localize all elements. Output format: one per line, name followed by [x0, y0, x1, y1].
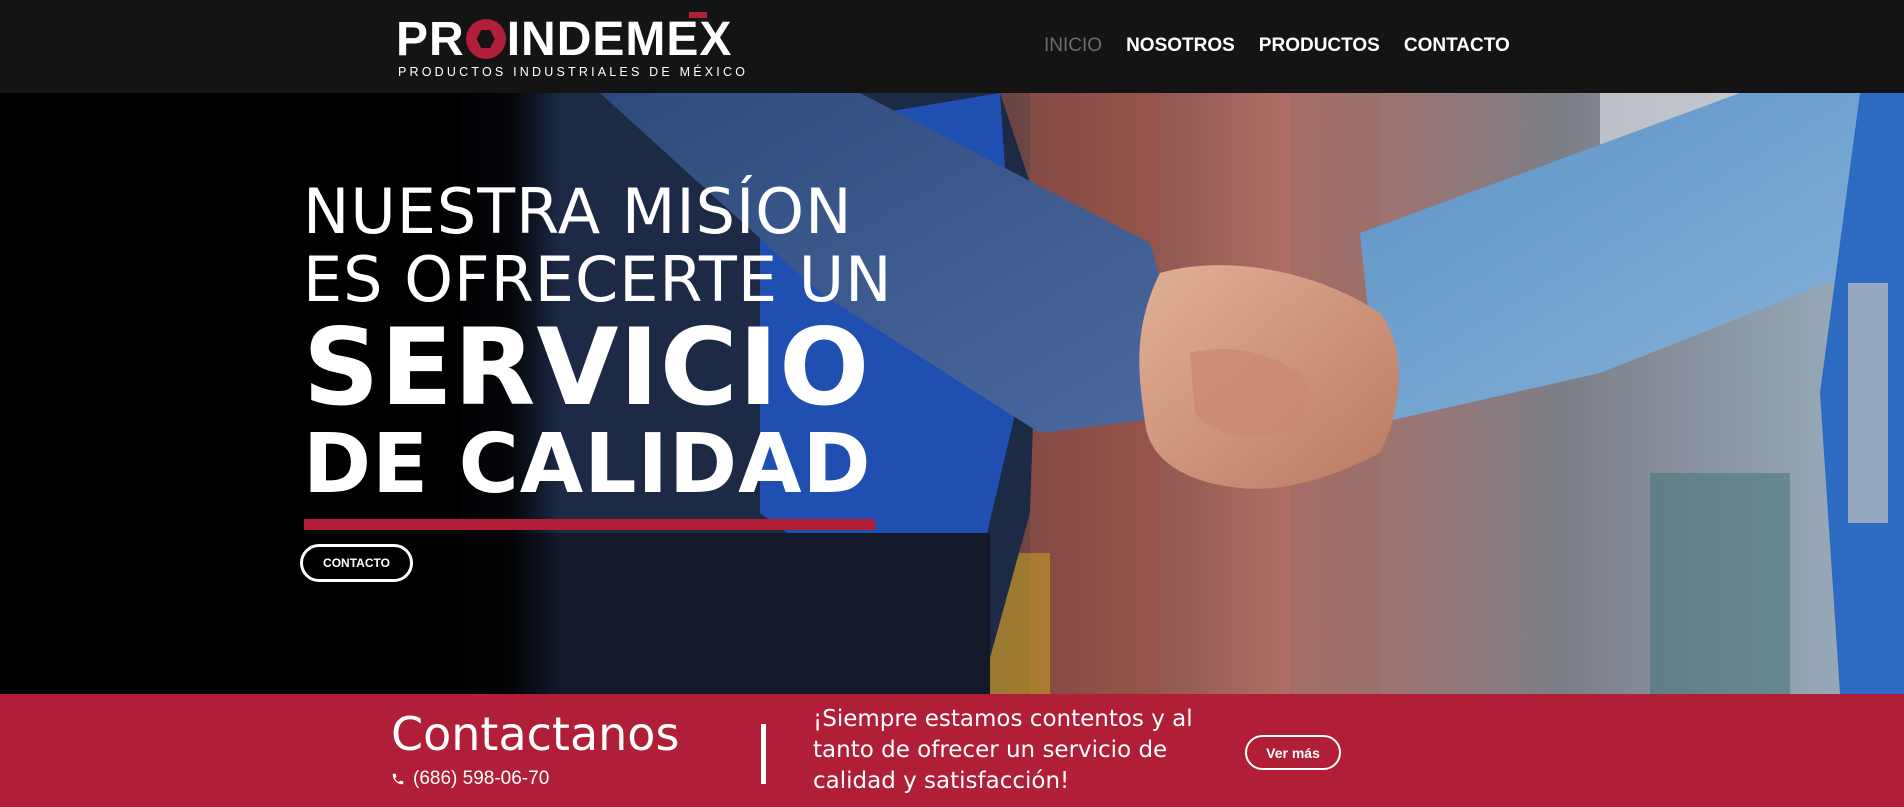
- phone-icon: [392, 773, 404, 785]
- nav-item-nosotros[interactable]: NOSOTROS: [1126, 34, 1235, 58]
- logo-subtitle: PRODUCTOS INDUSTRIALES DE MÉXICO: [398, 65, 749, 79]
- contact-phone[interactable]: (686) 598-06-70: [391, 767, 549, 791]
- brand-logo[interactable]: PR INDEMEX PRODUCTOS INDUSTRIALES DE MÉXI…: [396, 12, 748, 80]
- hero-contact-button[interactable]: CONTACTO: [300, 544, 413, 582]
- hero-headline: NUESTRA MISÍON ES OFRECERTE UN SERVICIO …: [303, 175, 893, 512]
- hero-line-4: DE CALIDAD: [303, 417, 872, 512]
- logo-wordmark: PR INDEMEX: [396, 13, 733, 66]
- logo-accent-mark: [689, 12, 707, 18]
- hero-handshake-image: [0, 93, 1904, 694]
- site-header: PR INDEMEX PRODUCTOS INDUSTRIALES DE MÉXI…: [0, 0, 1904, 93]
- nav-item-inicio[interactable]: INICIO: [1044, 34, 1102, 58]
- hero-underline: [304, 519, 875, 530]
- main-nav: INICIO NOSOTROS PRODUCTOS CONTACTO: [1044, 34, 1534, 58]
- ver-mas-button[interactable]: Ver más: [1245, 735, 1341, 770]
- hero-line-3: SERVICIO: [303, 306, 871, 429]
- logo-o-nut-icon: [465, 19, 506, 59]
- contact-message: ¡Siempre estamos contentos y al tanto de…: [813, 706, 1193, 794]
- nav-item-productos[interactable]: PRODUCTOS: [1259, 34, 1380, 58]
- contact-band: Contactanos (686) 598-06-70 ¡Siempre est…: [0, 694, 1904, 807]
- hero-line-1: NUESTRA MISÍON: [303, 175, 853, 248]
- phone-number: (686) 598-06-70: [413, 768, 550, 789]
- hero-section: NUESTRA MISÍON ES OFRECERTE UN SERVICIO …: [0, 93, 1904, 694]
- contact-title: Contactanos: [391, 707, 680, 761]
- band-divider: [761, 724, 766, 784]
- nav-item-contacto[interactable]: CONTACTO: [1404, 34, 1510, 58]
- hero-line-2: ES OFRECERTE UN: [303, 243, 893, 316]
